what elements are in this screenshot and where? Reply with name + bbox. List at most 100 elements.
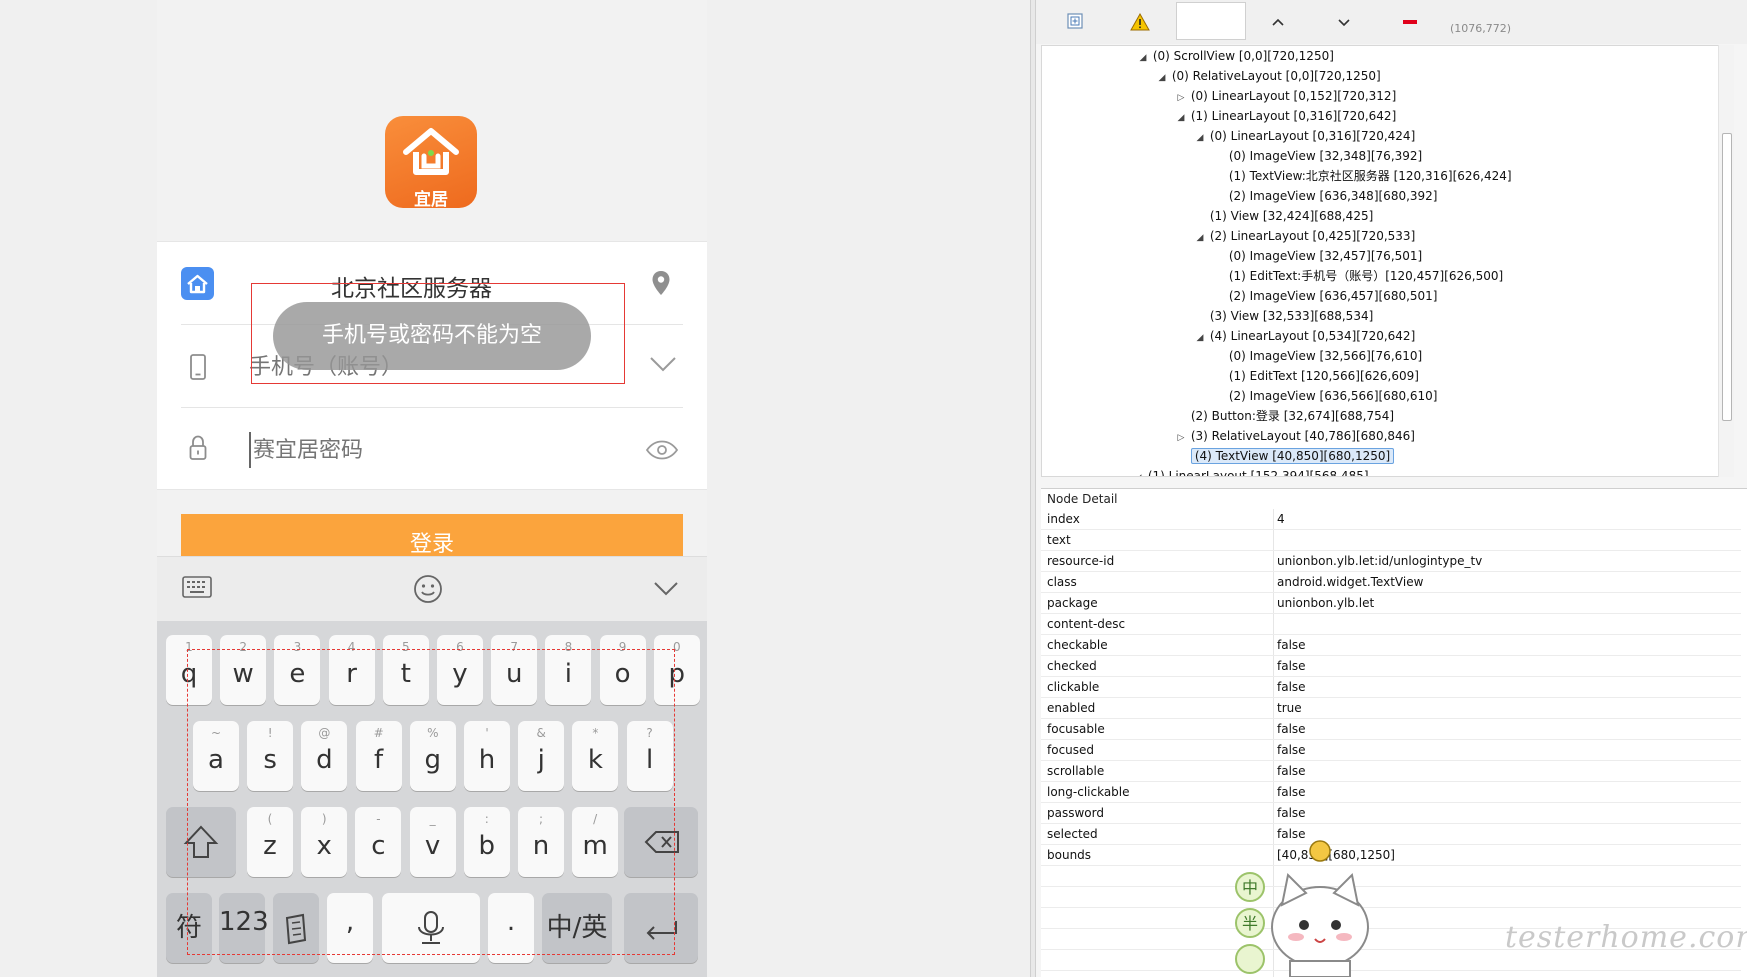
detail-row[interactable]: index 4 (1041, 509, 1741, 530)
key-l[interactable]: ? l (626, 721, 673, 791)
language-switch-key[interactable]: 中/英 (542, 893, 612, 963)
detail-row[interactable]: selected false (1041, 824, 1741, 845)
keyboard-icon[interactable] (182, 576, 212, 598)
tree-node[interactable]: (2) Button:登录 [32,674][688,754] (1175, 406, 1394, 426)
chevron-down-icon[interactable] (649, 355, 677, 373)
location-pin-icon[interactable] (651, 270, 671, 296)
key-u[interactable]: 7u (491, 635, 538, 705)
detail-row[interactable]: enabled true (1041, 698, 1741, 719)
detail-row[interactable]: content-desc (1041, 614, 1741, 635)
shift-key[interactable] (166, 807, 236, 877)
hide-keyboard-icon[interactable] (653, 581, 679, 597)
tree-node[interactable]: (0) ImageView [32,457][76,501] (1213, 246, 1422, 266)
previous-match-icon[interactable] (1268, 12, 1288, 32)
backspace-key[interactable] (624, 807, 698, 877)
key-r[interactable]: 4r (328, 635, 375, 705)
tree-scrollbar[interactable] (1718, 45, 1734, 477)
key-c[interactable]: -c (355, 807, 402, 877)
tree-node[interactable]: (2) ImageView [636,348][680,392] (1213, 186, 1438, 206)
comma-key[interactable]: , (327, 893, 373, 963)
tree-twisty-icon[interactable]: ▷ (1175, 428, 1187, 448)
key-p[interactable]: 0p (653, 635, 700, 705)
tree-node[interactable]: (3) View [32,533][688,534] (1194, 306, 1373, 326)
key-y[interactable]: 6y (437, 635, 483, 705)
tree-node[interactable]: ◢ (4) LinearLayout [0,534][720,642] (1194, 326, 1416, 348)
detail-row[interactable]: class android.widget.TextView (1041, 572, 1741, 593)
detail-row[interactable]: focused false (1041, 740, 1741, 761)
tree-twisty-icon[interactable]: ◢ (1194, 328, 1206, 348)
tree-node[interactable]: (0) ImageView [32,348][76,392] (1213, 146, 1422, 166)
tree-node[interactable]: ◢ (1) LinearLayout [0,316][720,642] (1175, 106, 1397, 128)
clear-icon[interactable] (1400, 12, 1420, 32)
eye-icon[interactable] (645, 440, 679, 460)
key-g[interactable]: % g (409, 721, 456, 791)
key-z[interactable]: (z (247, 807, 293, 877)
tree-twisty-icon[interactable]: ◢ (1132, 468, 1144, 476)
tree-node[interactable]: ◢ (0) LinearLayout [0,316][720,424] (1194, 126, 1416, 148)
tree-twisty-icon[interactable]: ◢ (1137, 48, 1149, 68)
search-field[interactable] (1176, 2, 1246, 40)
tree-node[interactable]: (0) ImageView [32,566][76,610] (1213, 346, 1422, 366)
tree-twisty-icon[interactable]: ▷ (1175, 88, 1187, 108)
tree-node[interactable]: ◢ (0) RelativeLayout [0,0][720,1250] (1156, 66, 1381, 86)
key-w[interactable]: 2w (220, 635, 267, 705)
next-match-icon[interactable] (1334, 12, 1354, 32)
detail-row[interactable]: checked false (1041, 656, 1741, 677)
key-m[interactable]: / m (572, 807, 619, 877)
detail-row[interactable]: text (1041, 530, 1741, 551)
key-i[interactable]: 8i (545, 635, 592, 705)
tree-node[interactable]: (1) View [32,424][688,425] (1194, 206, 1373, 226)
key-n[interactable]: ; n (518, 807, 564, 877)
tree-twisty-icon[interactable]: ◢ (1194, 128, 1206, 148)
key-b[interactable]: :b (463, 807, 510, 877)
enter-key[interactable] (624, 893, 698, 963)
expand-all-icon[interactable] (1066, 12, 1086, 32)
emoji-icon[interactable] (413, 574, 443, 604)
scrollbar-thumb[interactable] (1722, 133, 1732, 421)
key-t[interactable]: 5t (382, 635, 429, 705)
key-x[interactable]: ) x (301, 807, 348, 877)
tree-node[interactable]: (1) EditText [120,566][626,609] (1213, 366, 1419, 386)
key-v[interactable]: _ v (409, 807, 456, 877)
warning-icon[interactable] (1130, 12, 1150, 32)
key-e[interactable]: 3e (274, 635, 321, 705)
detail-row[interactable]: scrollable false (1041, 761, 1741, 782)
detail-row[interactable]: focusable false (1041, 719, 1741, 740)
login-button[interactable]: 登录 (181, 514, 683, 562)
detail-row[interactable]: clickable false (1041, 677, 1741, 698)
detail-row[interactable]: bounds [40,850][680,1250] (1041, 845, 1741, 866)
key-k[interactable]: * k (572, 721, 619, 791)
key-a[interactable]: ~ a (193, 721, 239, 791)
tree-node[interactable]: ◢ (2) LinearLayout [0,425][720,533] (1194, 226, 1416, 248)
tree-twisty-icon[interactable]: ◢ (1194, 228, 1206, 248)
clipboard-key[interactable] (273, 893, 319, 963)
tree-node[interactable]: ◢ (1) LinearLayout [152,394][568,485] (1132, 466, 1369, 476)
number-key[interactable]: 123 (219, 893, 269, 963)
key-o[interactable]: 9o (599, 635, 646, 705)
symbol-key[interactable]: 符 (166, 893, 212, 963)
voice-key[interactable] (382, 893, 480, 963)
detail-row[interactable]: checkable false (1041, 635, 1741, 656)
tree-twisty-icon[interactable]: ◢ (1156, 68, 1168, 88)
key-h[interactable]: ' h (464, 721, 510, 791)
tree-node[interactable]: (1) EditText:手机号（账号）[120,457][626,500] (1213, 266, 1503, 286)
detail-row[interactable]: password false (1041, 803, 1741, 824)
detail-row[interactable]: resource-id unionbon.ylb.let:id/unloginty… (1041, 551, 1741, 572)
tree-node[interactable]: ▷ (0) LinearLayout [0,152][720,312] (1175, 86, 1397, 108)
period-key[interactable]: . (488, 893, 534, 963)
tree-node[interactable]: (2) ImageView [636,566][680,610] (1213, 386, 1438, 406)
tree-node[interactable]: ◢ (0) ScrollView [0,0][720,1250] (1137, 46, 1334, 66)
key-s[interactable]: ! s (247, 721, 294, 791)
hierarchy-tree[interactable]: ◢ (0) ScrollView [0,0][720,1250] ◢ (0) Re… (1041, 45, 1729, 477)
tree-node[interactable]: (2) ImageView [636,457][680,501] (1213, 286, 1438, 306)
tree-node[interactable]: ▷ (3) RelativeLayout [40,786][680,846] (1175, 426, 1415, 446)
password-input[interactable] (249, 432, 609, 468)
tree-twisty-icon[interactable]: ◢ (1175, 108, 1187, 128)
tree-node[interactable]: (1) TextView:北京社区服务器 [120,316][626,424] (1213, 166, 1512, 186)
detail-row[interactable]: long-clickable false (1041, 782, 1741, 803)
tree-node[interactable]: (4) TextView [40,850][680,1250] (1175, 446, 1395, 466)
key-f[interactable]: # f (355, 721, 402, 791)
key-d[interactable]: @ d (301, 721, 348, 791)
detail-row[interactable]: package unionbon.ylb.let (1041, 593, 1741, 614)
key-j[interactable]: & j (518, 721, 565, 791)
